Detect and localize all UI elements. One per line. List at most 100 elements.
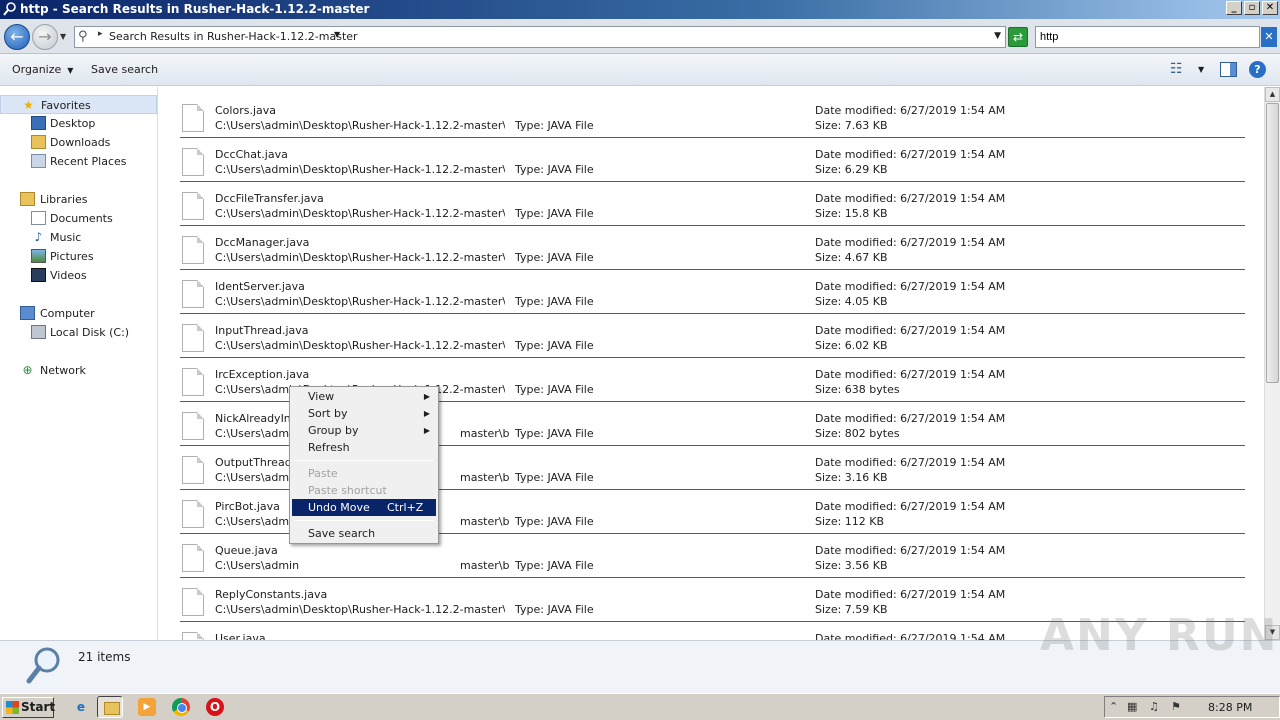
nav-label: Documents bbox=[50, 212, 113, 225]
file-size: Size: 6.02 KB bbox=[815, 339, 888, 352]
preview-pane-icon[interactable] bbox=[1220, 62, 1237, 77]
nav-documents[interactable]: Documents bbox=[0, 209, 157, 228]
minimize-button[interactable]: _ bbox=[1226, 1, 1242, 15]
file-name: PircBot.java bbox=[215, 500, 280, 513]
file-row-dccfiletransfer[interactable]: DccFileTransfer.java C:\Users\admin\Desk… bbox=[180, 182, 1245, 226]
menu-item-save-search[interactable]: Save search bbox=[292, 525, 436, 542]
network-tray-icon[interactable]: ▦ bbox=[1127, 700, 1137, 713]
java-file-icon bbox=[182, 500, 204, 528]
file-size: Size: 3.16 KB bbox=[815, 471, 888, 484]
menu-item-sort-by[interactable]: Sort by ▶ bbox=[292, 405, 436, 422]
file-row-dccmanager[interactable]: DccManager.java C:\Users\admin\Desktop\R… bbox=[180, 226, 1245, 270]
file-name: NickAlreadyInU bbox=[215, 412, 299, 425]
scroll-thumb[interactable] bbox=[1266, 103, 1279, 383]
scroll-up-icon[interactable]: ▲ bbox=[1265, 87, 1280, 102]
show-hidden-icons-icon[interactable]: ⌃ bbox=[1109, 700, 1118, 713]
file-type: Type: JAVA File bbox=[515, 383, 594, 396]
file-type: Type: JAVA File bbox=[515, 251, 594, 264]
nav-downloads[interactable]: Downloads bbox=[0, 133, 157, 152]
file-size: Size: 112 KB bbox=[815, 515, 885, 528]
menu-item-undo-move[interactable]: Undo Move Ctrl+Z bbox=[292, 499, 436, 516]
nav-favorites[interactable]: ★ Favorites bbox=[0, 95, 157, 114]
media-player-icon[interactable]: ▶ bbox=[138, 698, 156, 716]
file-type: Type: JAVA File bbox=[515, 295, 594, 308]
organize-label: Organize bbox=[12, 63, 62, 76]
nav-libraries[interactable]: Libraries bbox=[0, 190, 157, 209]
address-bar[interactable]: ⚲ ▸ Search Results in Rusher-Hack-1.12.2… bbox=[74, 26, 1006, 48]
downloads-folder-icon bbox=[31, 135, 46, 149]
menu-label: Paste shortcut bbox=[308, 484, 387, 497]
file-name: DccChat.java bbox=[215, 148, 288, 161]
file-date: Date modified: 6/27/2019 1:54 AM bbox=[815, 192, 1006, 205]
videos-icon bbox=[31, 268, 46, 282]
search-results-list: Colors.java C:\Users\admin\Desktop\Rushe… bbox=[160, 87, 1264, 640]
file-row-dccchat[interactable]: DccChat.java C:\Users\admin\Desktop\Rush… bbox=[180, 138, 1245, 182]
file-row-identserver[interactable]: IdentServer.java C:\Users\admin\Desktop\… bbox=[180, 270, 1245, 314]
file-path: C:\Users\admin\Desktop\Rusher-Hack-1.12.… bbox=[215, 207, 505, 220]
search-folder-icon bbox=[3, 2, 16, 16]
chrome-icon[interactable] bbox=[172, 698, 190, 716]
file-size: Size: 4.67 KB bbox=[815, 251, 888, 264]
taskbar-clock[interactable]: 8:28 PM bbox=[1208, 701, 1252, 714]
address-history-dropdown[interactable]: ▼ bbox=[994, 31, 1001, 41]
nav-music[interactable]: ♪ Music bbox=[0, 228, 157, 247]
menu-item-view[interactable]: View ▶ bbox=[292, 388, 436, 405]
back-button[interactable]: ← bbox=[4, 24, 30, 50]
java-file-icon bbox=[182, 368, 204, 396]
nav-label: Local Disk (C:) bbox=[50, 326, 130, 339]
menu-item-refresh[interactable]: Refresh bbox=[292, 439, 436, 456]
nav-label: Network bbox=[40, 364, 86, 377]
search-input[interactable] bbox=[1035, 26, 1260, 48]
close-button[interactable]: ✕ bbox=[1262, 1, 1278, 15]
organize-button[interactable]: Organize ▼ bbox=[12, 63, 73, 76]
recent-places-icon bbox=[31, 154, 46, 168]
chevron-down-icon: ▼ bbox=[67, 66, 74, 75]
maximize-button[interactable]: ▫ bbox=[1244, 1, 1260, 15]
menu-item-group-by[interactable]: Group by ▶ bbox=[292, 422, 436, 439]
file-path: C:\Users\admin\Desktop\Rusher-Hack-1.12.… bbox=[215, 119, 505, 132]
refresh-button[interactable]: ⇄ bbox=[1008, 27, 1028, 47]
nav-videos[interactable]: Videos bbox=[0, 266, 157, 285]
nav-local-disk[interactable]: Local Disk (C:) bbox=[0, 323, 157, 342]
vertical-scrollbar[interactable]: ▲ ▼ bbox=[1264, 87, 1280, 640]
file-size: Size: 638 bytes bbox=[815, 383, 900, 396]
view-options-dropdown[interactable]: ▼ bbox=[1198, 65, 1204, 74]
menu-label: Save search bbox=[308, 527, 376, 540]
file-date: Date modified: 6/27/2019 1:54 AM bbox=[815, 148, 1006, 161]
windows-explorer-icon[interactable] bbox=[97, 696, 123, 718]
file-date: Date modified: 6/27/2019 1:54 AM bbox=[815, 456, 1006, 469]
nav-computer[interactable]: Computer bbox=[0, 304, 157, 323]
nav-pictures[interactable]: Pictures bbox=[0, 247, 157, 266]
file-size: Size: 15.8 KB bbox=[815, 207, 888, 220]
breadcrumb-chevron-icon[interactable]: ▼ bbox=[334, 30, 340, 39]
file-path: C:\Users\admin\Desktop\Rusher-Hack-1.12.… bbox=[215, 339, 505, 352]
start-button[interactable]: Start bbox=[2, 697, 55, 718]
file-type: Type: JAVA File bbox=[515, 603, 594, 616]
volume-icon[interactable]: ♫ bbox=[1149, 700, 1159, 713]
file-row-inputthread[interactable]: InputThread.java C:\Users\admin\Desktop\… bbox=[180, 314, 1245, 358]
action-center-flag-icon[interactable]: ⚑ bbox=[1171, 700, 1181, 713]
forward-button[interactable]: → bbox=[32, 24, 58, 50]
file-name: OutputThread.j bbox=[215, 456, 299, 469]
file-size: Size: 3.56 KB bbox=[815, 559, 888, 572]
nav-recent-places[interactable]: Recent Places bbox=[0, 152, 157, 171]
nav-network[interactable]: ⊕ Network bbox=[0, 361, 157, 380]
menu-label: Refresh bbox=[308, 441, 350, 454]
opera-icon[interactable]: O bbox=[206, 698, 224, 716]
change-view-icon[interactable]: ☷ bbox=[1170, 61, 1183, 77]
help-icon[interactable]: ? bbox=[1249, 61, 1266, 78]
java-file-icon bbox=[182, 544, 204, 572]
internet-explorer-icon[interactable]: e bbox=[72, 698, 90, 716]
nav-desktop[interactable]: Desktop bbox=[0, 114, 157, 133]
menu-item-paste: Paste bbox=[292, 465, 436, 482]
java-file-icon bbox=[182, 104, 204, 132]
clear-search-button[interactable]: ✕ bbox=[1261, 27, 1277, 47]
recent-pages-dropdown[interactable]: ▼ bbox=[60, 32, 66, 41]
taskbar: Start e ▶ O ⌃ ▦ ♫ ⚑ 8:28 PM bbox=[0, 693, 1280, 720]
nav-label: Recent Places bbox=[50, 155, 127, 168]
breadcrumb-separator-icon[interactable]: ▸ bbox=[98, 29, 103, 39]
save-search-button[interactable]: Save search bbox=[91, 63, 158, 76]
desktop-icon bbox=[31, 116, 46, 130]
file-row-colors[interactable]: Colors.java C:\Users\admin\Desktop\Rushe… bbox=[180, 94, 1245, 138]
breadcrumb-search-results[interactable]: Search Results in Rusher-Hack-1.12.2-mas… bbox=[109, 30, 358, 43]
